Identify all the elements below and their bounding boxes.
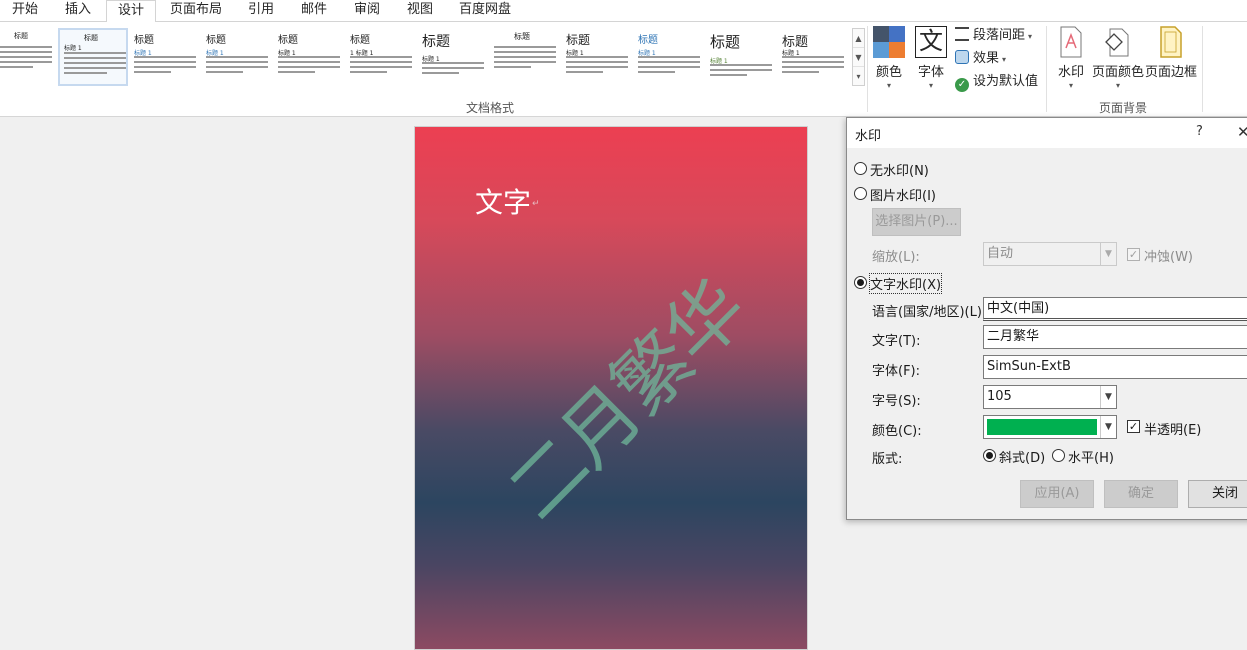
paragraph-spacing-icon [955, 27, 969, 41]
font-icon: 文 [915, 26, 947, 58]
no-watermark-radio[interactable] [854, 162, 867, 175]
size-combo[interactable]: 105 ▼ [983, 385, 1117, 409]
diagonal-radio[interactable] [983, 449, 996, 462]
tab-view[interactable]: 视图 [396, 0, 444, 22]
style-thumb[interactable]: 标题 [0, 28, 56, 86]
page-color-button[interactable]: 页面颜色 ▾ [1092, 26, 1144, 90]
gallery-scrollbar[interactable]: ▲ ▼ ▾ [852, 28, 865, 86]
washout-checkbox[interactable]: ✓ [1127, 248, 1140, 261]
chevron-down-icon: ▾ [886, 81, 891, 90]
horizontal-radio[interactable] [1052, 449, 1065, 462]
watermark-button[interactable]: 水印 ▾ [1056, 26, 1086, 90]
style-thumb[interactable]: 标题 标题 1 [274, 28, 344, 86]
style-thumb[interactable]: 标题 标题 1 [778, 28, 848, 86]
paragraph-spacing-button[interactable]: 段落间距 ▾ [955, 26, 1032, 46]
chevron-down-icon[interactable]: ▼ [1100, 386, 1116, 408]
horizontal-label[interactable]: 水平(H) [1068, 447, 1114, 466]
color-label: 颜色(C): [872, 424, 922, 439]
document-format-gallery: 标题 标题 标题 1 标题 标题 1 标题 标题 1 标题 标题 1 标题 1 … [0, 28, 852, 86]
tab-baidu-netdisk[interactable]: 百度网盘 [450, 0, 520, 22]
layout-label: 版式: [872, 452, 903, 467]
picture-watermark-radio[interactable] [854, 187, 867, 200]
color-combo[interactable]: ▼ [983, 415, 1117, 439]
dialog-title: 水印 [855, 129, 882, 144]
style-thumb[interactable]: 标题 标题 1 [130, 28, 200, 86]
watermark-icon [1060, 26, 1082, 58]
color-swatch [987, 419, 1097, 435]
text-watermark-radio[interactable] [854, 276, 867, 289]
colors-button[interactable]: 颜色 ▾ [872, 26, 906, 90]
font-combo[interactable]: SimSun-ExtB [983, 355, 1247, 379]
apply-button[interactable]: 应用(A) [1020, 480, 1094, 508]
chevron-up-icon[interactable]: ▲ [853, 29, 864, 48]
effects-button[interactable]: 效果 ▾ [955, 49, 1006, 69]
text-label: 文字(T): [872, 334, 921, 349]
tab-mailings[interactable]: 邮件 [290, 0, 338, 22]
text-watermark-label[interactable]: 文字水印(X) [868, 273, 943, 294]
tab-home[interactable]: 开始 [0, 0, 50, 22]
paragraph-mark-icon: ↵ [532, 199, 540, 209]
page-border-icon [1160, 26, 1182, 58]
tab-review[interactable]: 审阅 [342, 0, 392, 22]
group-label-page-background: 页面背景 [1099, 101, 1148, 115]
style-thumb-selected[interactable]: 标题 标题 1 [58, 28, 128, 86]
scale-combo[interactable]: 自动 ▼ [983, 242, 1117, 266]
tab-insert[interactable]: 插入 [52, 0, 104, 22]
color-palette-icon [873, 26, 905, 58]
language-label: 语言(国家/地区)(L): [872, 305, 987, 320]
no-watermark-label[interactable]: 无水印(N) [870, 160, 929, 179]
semitransparent-checkbox[interactable]: ✓ [1127, 420, 1140, 433]
chevron-down-icon: ▾ [1068, 81, 1073, 90]
language-combo[interactable]: 中文(中国) [983, 297, 1247, 321]
select-picture-button[interactable]: 选择图片(P)... [872, 208, 961, 236]
chevron-down-icon: ▾ [1002, 55, 1007, 64]
checkmark-circle-icon: ✓ [955, 78, 969, 92]
group-label-document-format: 文档格式 [466, 101, 515, 115]
page-border-button[interactable]: 页面边框 [1145, 26, 1197, 80]
style-thumb[interactable]: 标题 [490, 28, 560, 86]
more-icon[interactable]: ▾ [853, 67, 864, 86]
style-thumb[interactable]: 标题 标题 1 [562, 28, 632, 86]
chevron-down-icon[interactable]: ▼ [1100, 243, 1116, 265]
tab-references[interactable]: 引用 [236, 0, 286, 22]
scale-label: 缩放(L): [872, 250, 920, 265]
close-button[interactable]: 关闭 [1188, 480, 1247, 508]
document-page[interactable]: 文字 ↵ 二月繁华 [414, 126, 808, 650]
document-text[interactable]: 文字 [475, 181, 531, 221]
style-thumb[interactable]: 标题 标题 1 [634, 28, 704, 86]
tab-design[interactable]: 设计 [106, 0, 156, 23]
watermark-dialog: 水印 ? ✕ 无水印(N) 图片水印(I) 选择图片(P)... 缩放(L): … [846, 117, 1247, 520]
diagonal-label[interactable]: 斜式(D) [999, 447, 1045, 466]
picture-watermark-label[interactable]: 图片水印(I) [870, 185, 936, 204]
chevron-down-icon[interactable]: ▼ [853, 48, 864, 67]
chevron-down-icon: ▾ [1028, 32, 1033, 41]
help-button[interactable]: ? [1196, 124, 1203, 139]
ok-button[interactable]: 确定 [1104, 480, 1178, 508]
ribbon: 标题 标题 标题 1 标题 标题 1 标题 标题 1 标题 标题 1 标题 1 … [0, 22, 1247, 117]
paint-bucket-icon [1105, 28, 1129, 57]
chevron-down-icon: ▾ [928, 81, 933, 90]
ribbon-tab-bar: 开始 插入 设计 页面布局 引用 邮件 审阅 视图 百度网盘 [0, 0, 1247, 23]
size-label: 字号(S): [872, 394, 921, 409]
group-divider [1046, 26, 1047, 112]
group-divider [867, 26, 868, 112]
style-thumb[interactable]: 标题 标题 1 [202, 28, 272, 86]
group-divider [1202, 26, 1203, 112]
font-label: 字体(F): [872, 364, 921, 379]
text-combo[interactable]: 二月繁华 [983, 325, 1247, 349]
tab-page-layout[interactable]: 页面布局 [160, 0, 232, 22]
chevron-down-icon[interactable]: ▼ [1100, 416, 1116, 438]
chevron-down-icon: ▾ [1115, 81, 1120, 90]
set-as-default-button[interactable]: ✓ 设为默认值 [955, 72, 1038, 92]
fonts-button[interactable]: 文 字体 ▾ [914, 26, 948, 90]
dialog-title-bar[interactable]: 水印 ? ✕ [847, 118, 1247, 148]
style-thumb[interactable]: 标题 标题 1 [418, 28, 488, 86]
style-thumb[interactable]: 标题 标题 1 [706, 28, 776, 86]
watermark-text: 二月繁华 [490, 263, 763, 537]
semitransparent-label: 半透明(E) [1144, 423, 1202, 438]
close-icon[interactable]: ✕ [1237, 123, 1247, 141]
effects-icon [955, 50, 969, 64]
washout-label: 冲蚀(W) [1144, 250, 1193, 265]
style-thumb[interactable]: 标题 1 标题 1 [346, 28, 416, 86]
